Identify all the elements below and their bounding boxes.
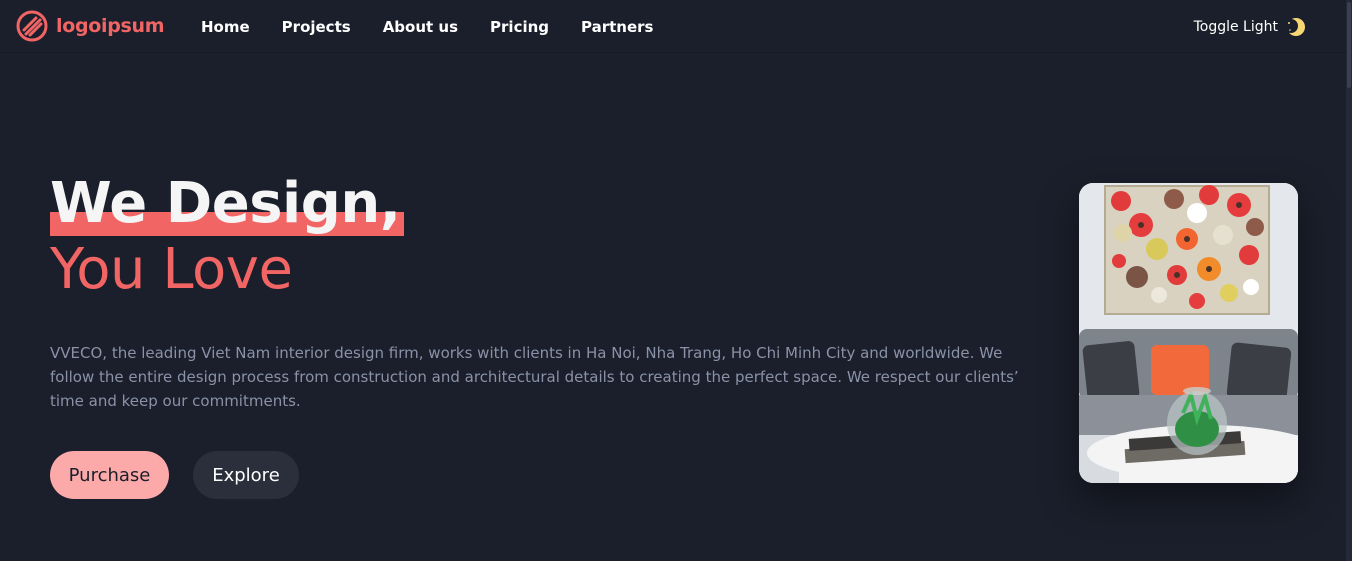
theme-toggle-label: Toggle Light: [1193, 18, 1278, 35]
hero-image: [1079, 183, 1298, 483]
hero-description: VVECO, the leading Viet Nam interior des…: [50, 344, 1019, 410]
page: logoipsum Home Projects About us Pricing…: [0, 0, 1352, 561]
scrollbar-thumb[interactable]: [1347, 2, 1351, 88]
navbar: logoipsum Home Projects About us Pricing…: [0, 0, 1346, 53]
logo-icon: [16, 10, 48, 42]
theme-toggle[interactable]: Toggle Light: [1194, 0, 1306, 53]
main-nav: Home Projects About us Pricing Partners: [201, 0, 653, 53]
nav-link-home[interactable]: Home: [201, 18, 250, 36]
logo-text: logoipsum: [56, 15, 165, 37]
nav-link-projects[interactable]: Projects: [282, 18, 351, 36]
hero-headline: We Design, You Love: [50, 170, 405, 302]
moon-icon: [1286, 17, 1305, 36]
headline-line-2: You Love: [50, 237, 293, 302]
nav-link-about-us[interactable]: About us: [383, 18, 458, 36]
living-room-illustration: [1079, 183, 1298, 483]
nav-link-partners[interactable]: Partners: [581, 18, 653, 36]
logo[interactable]: logoipsum: [16, 10, 165, 42]
nav-link-pricing[interactable]: Pricing: [490, 18, 549, 36]
explore-button[interactable]: Explore: [193, 451, 299, 499]
purchase-button[interactable]: Purchase: [50, 451, 169, 499]
headline-line-1: We Design,: [50, 170, 405, 238]
page-scrollbar[interactable]: [1346, 0, 1352, 561]
headline-line-1-text: We Design,: [50, 171, 401, 236]
